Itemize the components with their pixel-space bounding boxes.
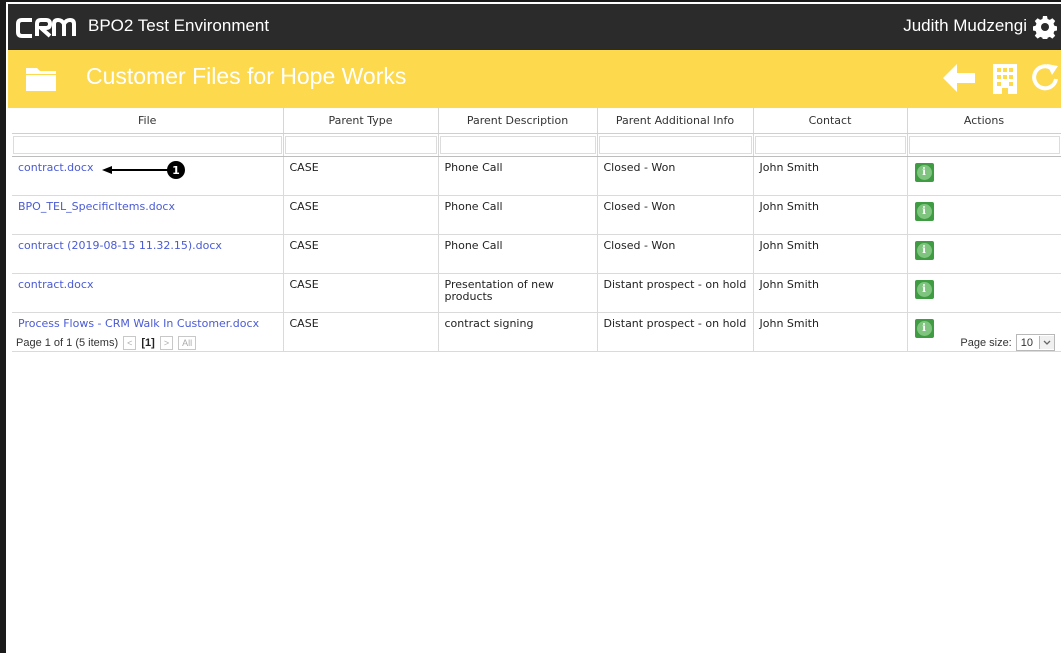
parent-type-cell: CASE: [283, 273, 439, 313]
gear-icon[interactable]: [1033, 15, 1057, 39]
top-bar: BPO2 Test Environment Judith Mudzengi: [8, 4, 1061, 50]
filter-row: [12, 133, 1061, 157]
parent-description-cell: contract signing: [438, 312, 598, 352]
info-button[interactable]: i: [914, 241, 934, 260]
page-size-select[interactable]: 10: [1015, 334, 1055, 351]
table-row: BPO_TEL_SpecificItems.docx CASE Phone Ca…: [12, 195, 1061, 235]
parent-type-cell: CASE: [283, 156, 439, 196]
pager-prev-button[interactable]: <: [123, 336, 137, 350]
info-icon: i: [916, 243, 932, 258]
info-button[interactable]: i: [914, 163, 934, 182]
file-link[interactable]: BPO_TEL_SpecificItems.docx: [18, 200, 175, 213]
file-link[interactable]: contract.docx: [18, 161, 93, 174]
info-icon: i: [916, 321, 932, 336]
column-header-actions: Actions: [907, 108, 1061, 134]
page-size-label: Page size:: [960, 336, 1012, 349]
column-header-parent-additional-info[interactable]: Parent Additional Info: [597, 108, 754, 134]
column-header-parent-type[interactable]: Parent Type: [283, 108, 439, 134]
page-size-control: Page size: 10: [960, 334, 1055, 351]
building-icon[interactable]: [993, 64, 1017, 94]
column-header-contact[interactable]: Contact: [753, 108, 908, 134]
parent-description-cell: Phone Call: [438, 195, 598, 235]
parent-type-cell: CASE: [283, 234, 439, 274]
file-link[interactable]: Process Flows - CRM Walk In Customer.doc…: [18, 317, 259, 330]
page-title: Customer Files for Hope Works: [86, 63, 407, 89]
info-icon: i: [916, 165, 932, 180]
table-row: contract (2019-08-15 11.32.15).docx CASE…: [12, 234, 1061, 274]
parent-type-cell: CASE: [283, 312, 439, 352]
file-link[interactable]: contract (2019-08-15 11.32.15).docx: [18, 239, 222, 252]
info-button[interactable]: i: [914, 280, 934, 299]
user-name[interactable]: Judith Mudzengi: [903, 16, 1027, 36]
page-size-value: 10: [1020, 336, 1033, 349]
parent-description-cell: Presentation of new products: [438, 273, 598, 313]
annotation-callout: 1: [102, 161, 185, 179]
pager: Page 1 of 1 (5 items) < [1] > All: [16, 336, 197, 350]
filter-input-parent-description[interactable]: [439, 136, 596, 154]
filter-input-contact[interactable]: [754, 136, 906, 154]
parent-type-cell: CASE: [283, 195, 439, 235]
filter-input-parent-type[interactable]: [284, 136, 437, 154]
column-header-parent-description[interactable]: Parent Description: [438, 108, 598, 134]
info-icon: i: [916, 204, 932, 219]
crm-logo: [16, 18, 76, 38]
filter-input-file[interactable]: [13, 136, 282, 154]
parent-additional-info-cell: Closed - Won: [597, 234, 754, 274]
column-header-file[interactable]: File: [12, 108, 284, 134]
page-header: Customer Files for Hope Works: [8, 50, 1061, 108]
pager-current-page: [1]: [141, 337, 155, 349]
refresh-icon[interactable]: [1031, 64, 1059, 94]
contact-cell: John Smith: [753, 195, 908, 235]
pager-summary: Page 1 of 1 (5 items): [16, 337, 119, 349]
parent-description-cell: Phone Call: [438, 156, 598, 196]
table-row: contract.docx CASE Presentation of new p…: [12, 273, 1061, 313]
contact-cell: John Smith: [753, 234, 908, 274]
parent-description-cell: Phone Call: [438, 234, 598, 274]
annotation-number: 1: [172, 164, 180, 177]
pager-next-button[interactable]: >: [159, 336, 174, 350]
info-button[interactable]: i: [914, 319, 934, 338]
info-button[interactable]: i: [914, 202, 934, 221]
environment-name: BPO2 Test Environment: [88, 16, 270, 35]
folder-icon: [26, 68, 56, 91]
back-arrow-icon[interactable]: [943, 64, 975, 92]
chevron-down-icon[interactable]: [1039, 336, 1054, 349]
contact-cell: John Smith: [753, 273, 908, 313]
contact-cell: John Smith: [753, 312, 908, 352]
filter-input-actions[interactable]: [908, 136, 1060, 154]
info-icon: i: [916, 282, 932, 297]
file-link[interactable]: contract.docx: [18, 278, 93, 291]
contact-cell: John Smith: [753, 156, 908, 196]
parent-additional-info-cell: Distant prospect - on hold: [597, 273, 754, 313]
filter-input-parent-additional-info[interactable]: [598, 136, 752, 154]
pager-all-button[interactable]: All: [178, 336, 197, 350]
parent-additional-info-cell: Closed - Won: [597, 195, 754, 235]
table-header-row: File Parent Type Parent Description Pare…: [12, 108, 1061, 134]
parent-additional-info-cell: Distant prospect - on hold: [597, 312, 754, 352]
files-table: File Parent Type Parent Description Pare…: [12, 108, 1061, 352]
parent-additional-info-cell: Closed - Won: [597, 156, 754, 196]
